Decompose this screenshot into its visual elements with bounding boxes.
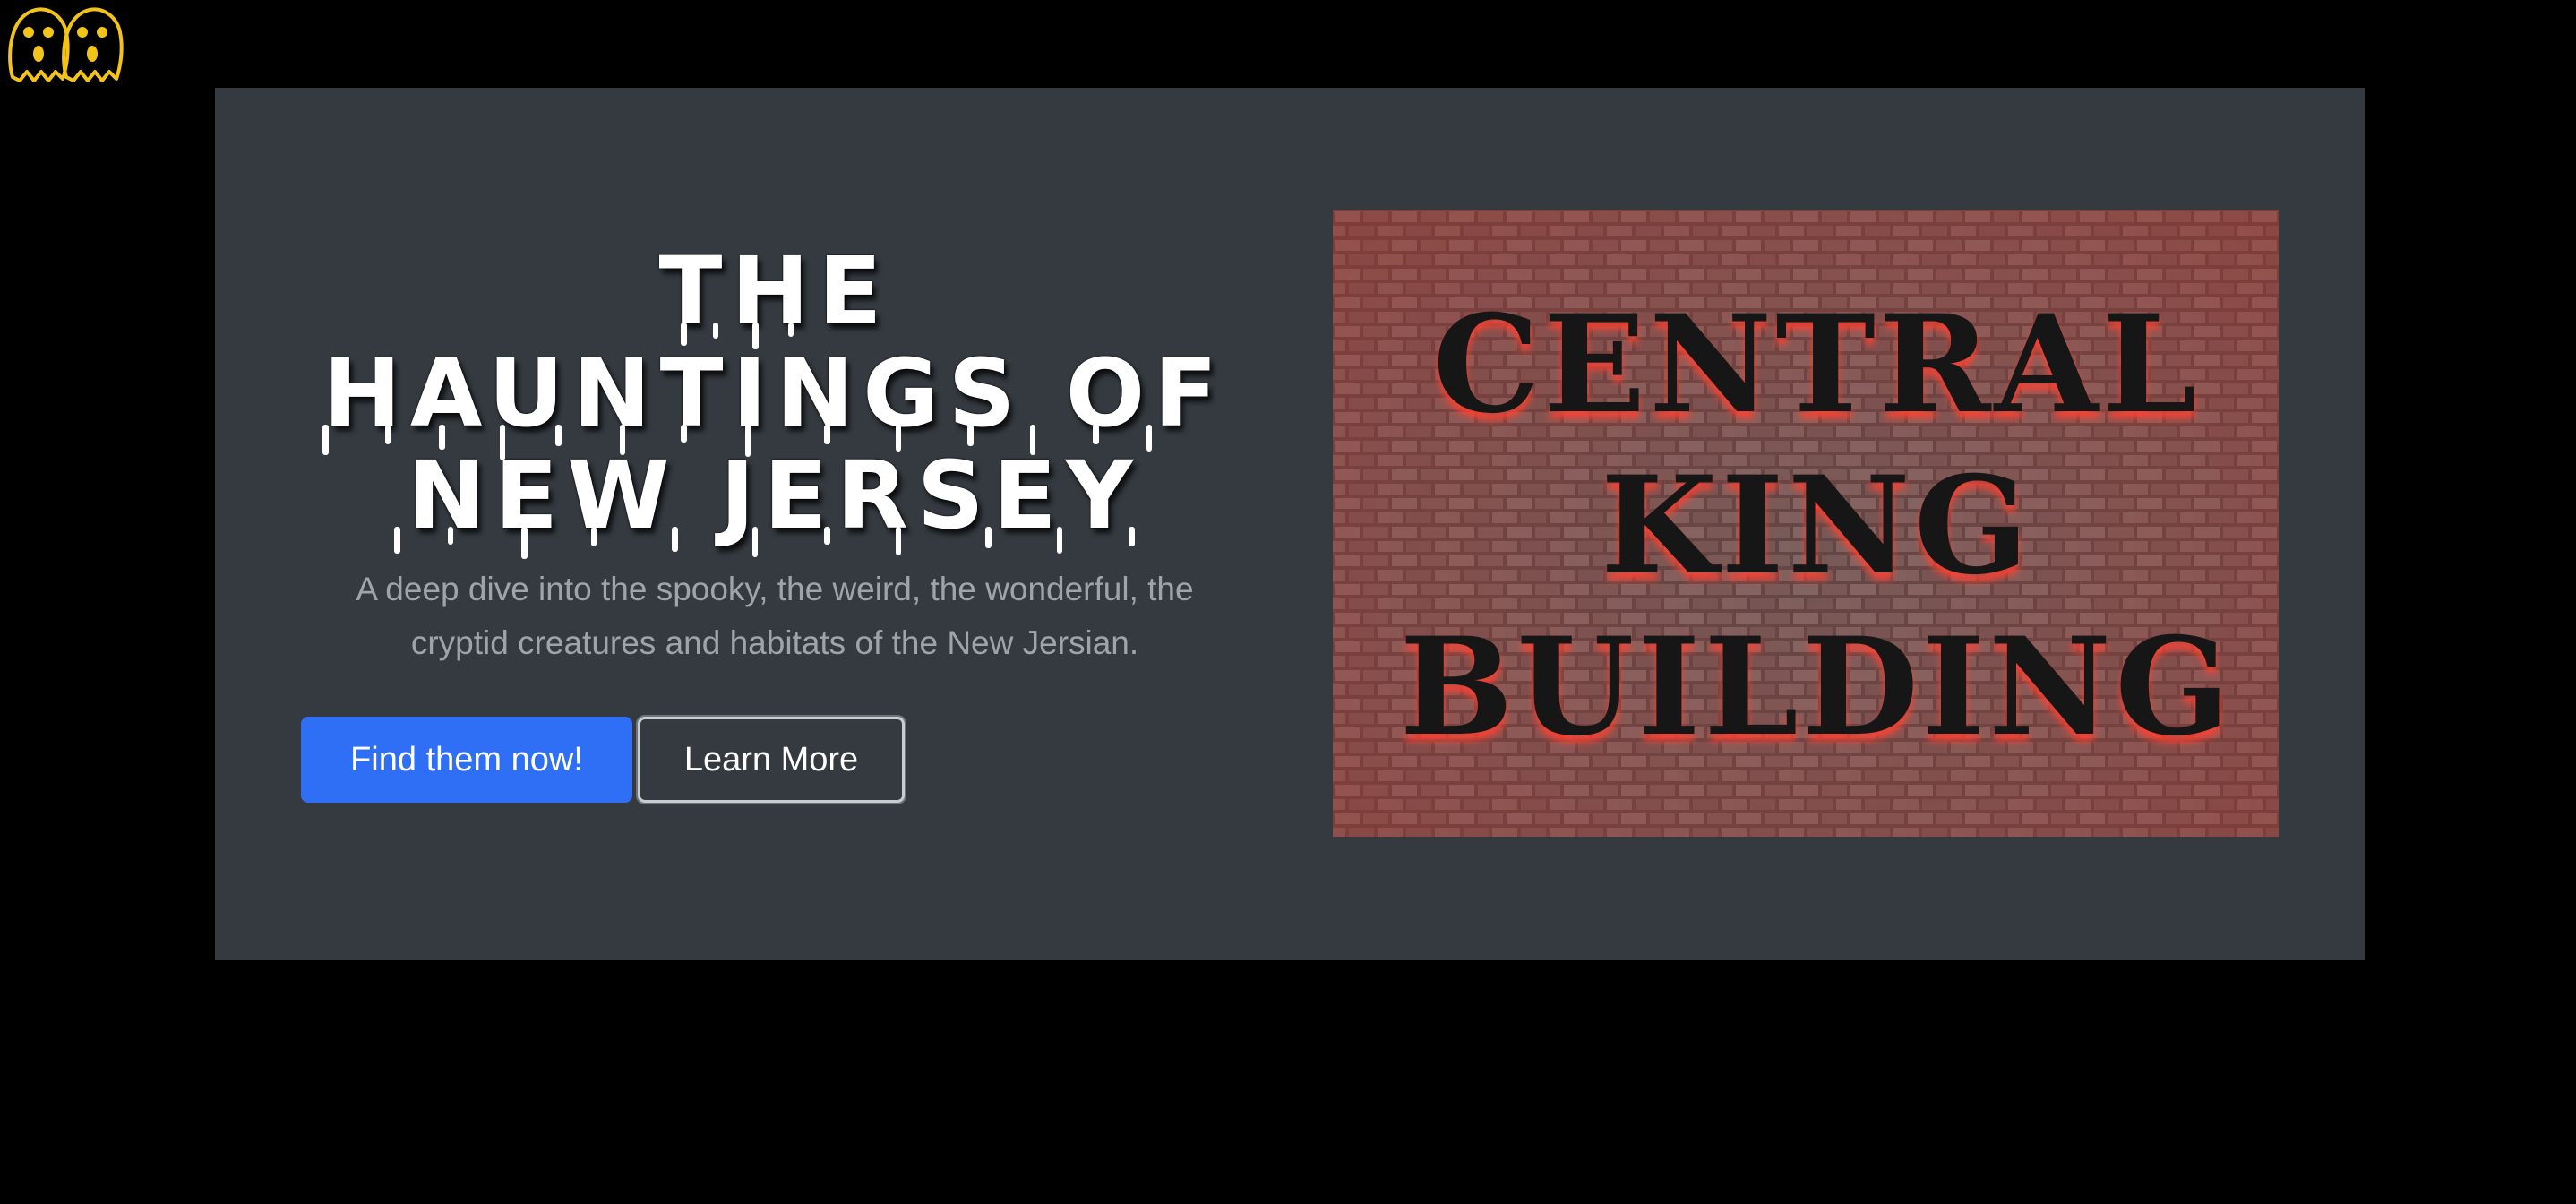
sign-line-1: CENTRAL [1433, 286, 2201, 443]
title-line-1: THE [658, 236, 891, 346]
sign-line-3: BUILDING [1400, 608, 2234, 766]
title-line-3: NEW JERSEY [407, 441, 1143, 550]
find-them-now-button[interactable]: Find them now! [301, 717, 632, 803]
ghosts-logo-icon[interactable] [4, 5, 129, 88]
learn-more-button[interactable]: Learn More [638, 717, 905, 803]
sign-line-2: KING [1601, 447, 2032, 605]
page-title: THE HAUNTINGS OF NEW JERSEY [287, 240, 1263, 546]
hero-text-column: THE HAUNTINGS OF NEW JERSEY A deep dive … [287, 240, 1263, 670]
central-king-building-image: CENTRAL KING BUILDING [1333, 210, 2279, 837]
hero-button-group: Find them now! Learn More [301, 717, 905, 803]
hero-subtitle: A deep dive into the spooky, the weird, … [356, 571, 1194, 661]
page: THE HAUNTINGS OF NEW JERSEY A deep dive … [0, 0, 2576, 1204]
hero-section: THE HAUNTINGS OF NEW JERSEY A deep dive … [215, 88, 2365, 960]
title-line-2: HAUNTINGS OF [322, 339, 1227, 448]
